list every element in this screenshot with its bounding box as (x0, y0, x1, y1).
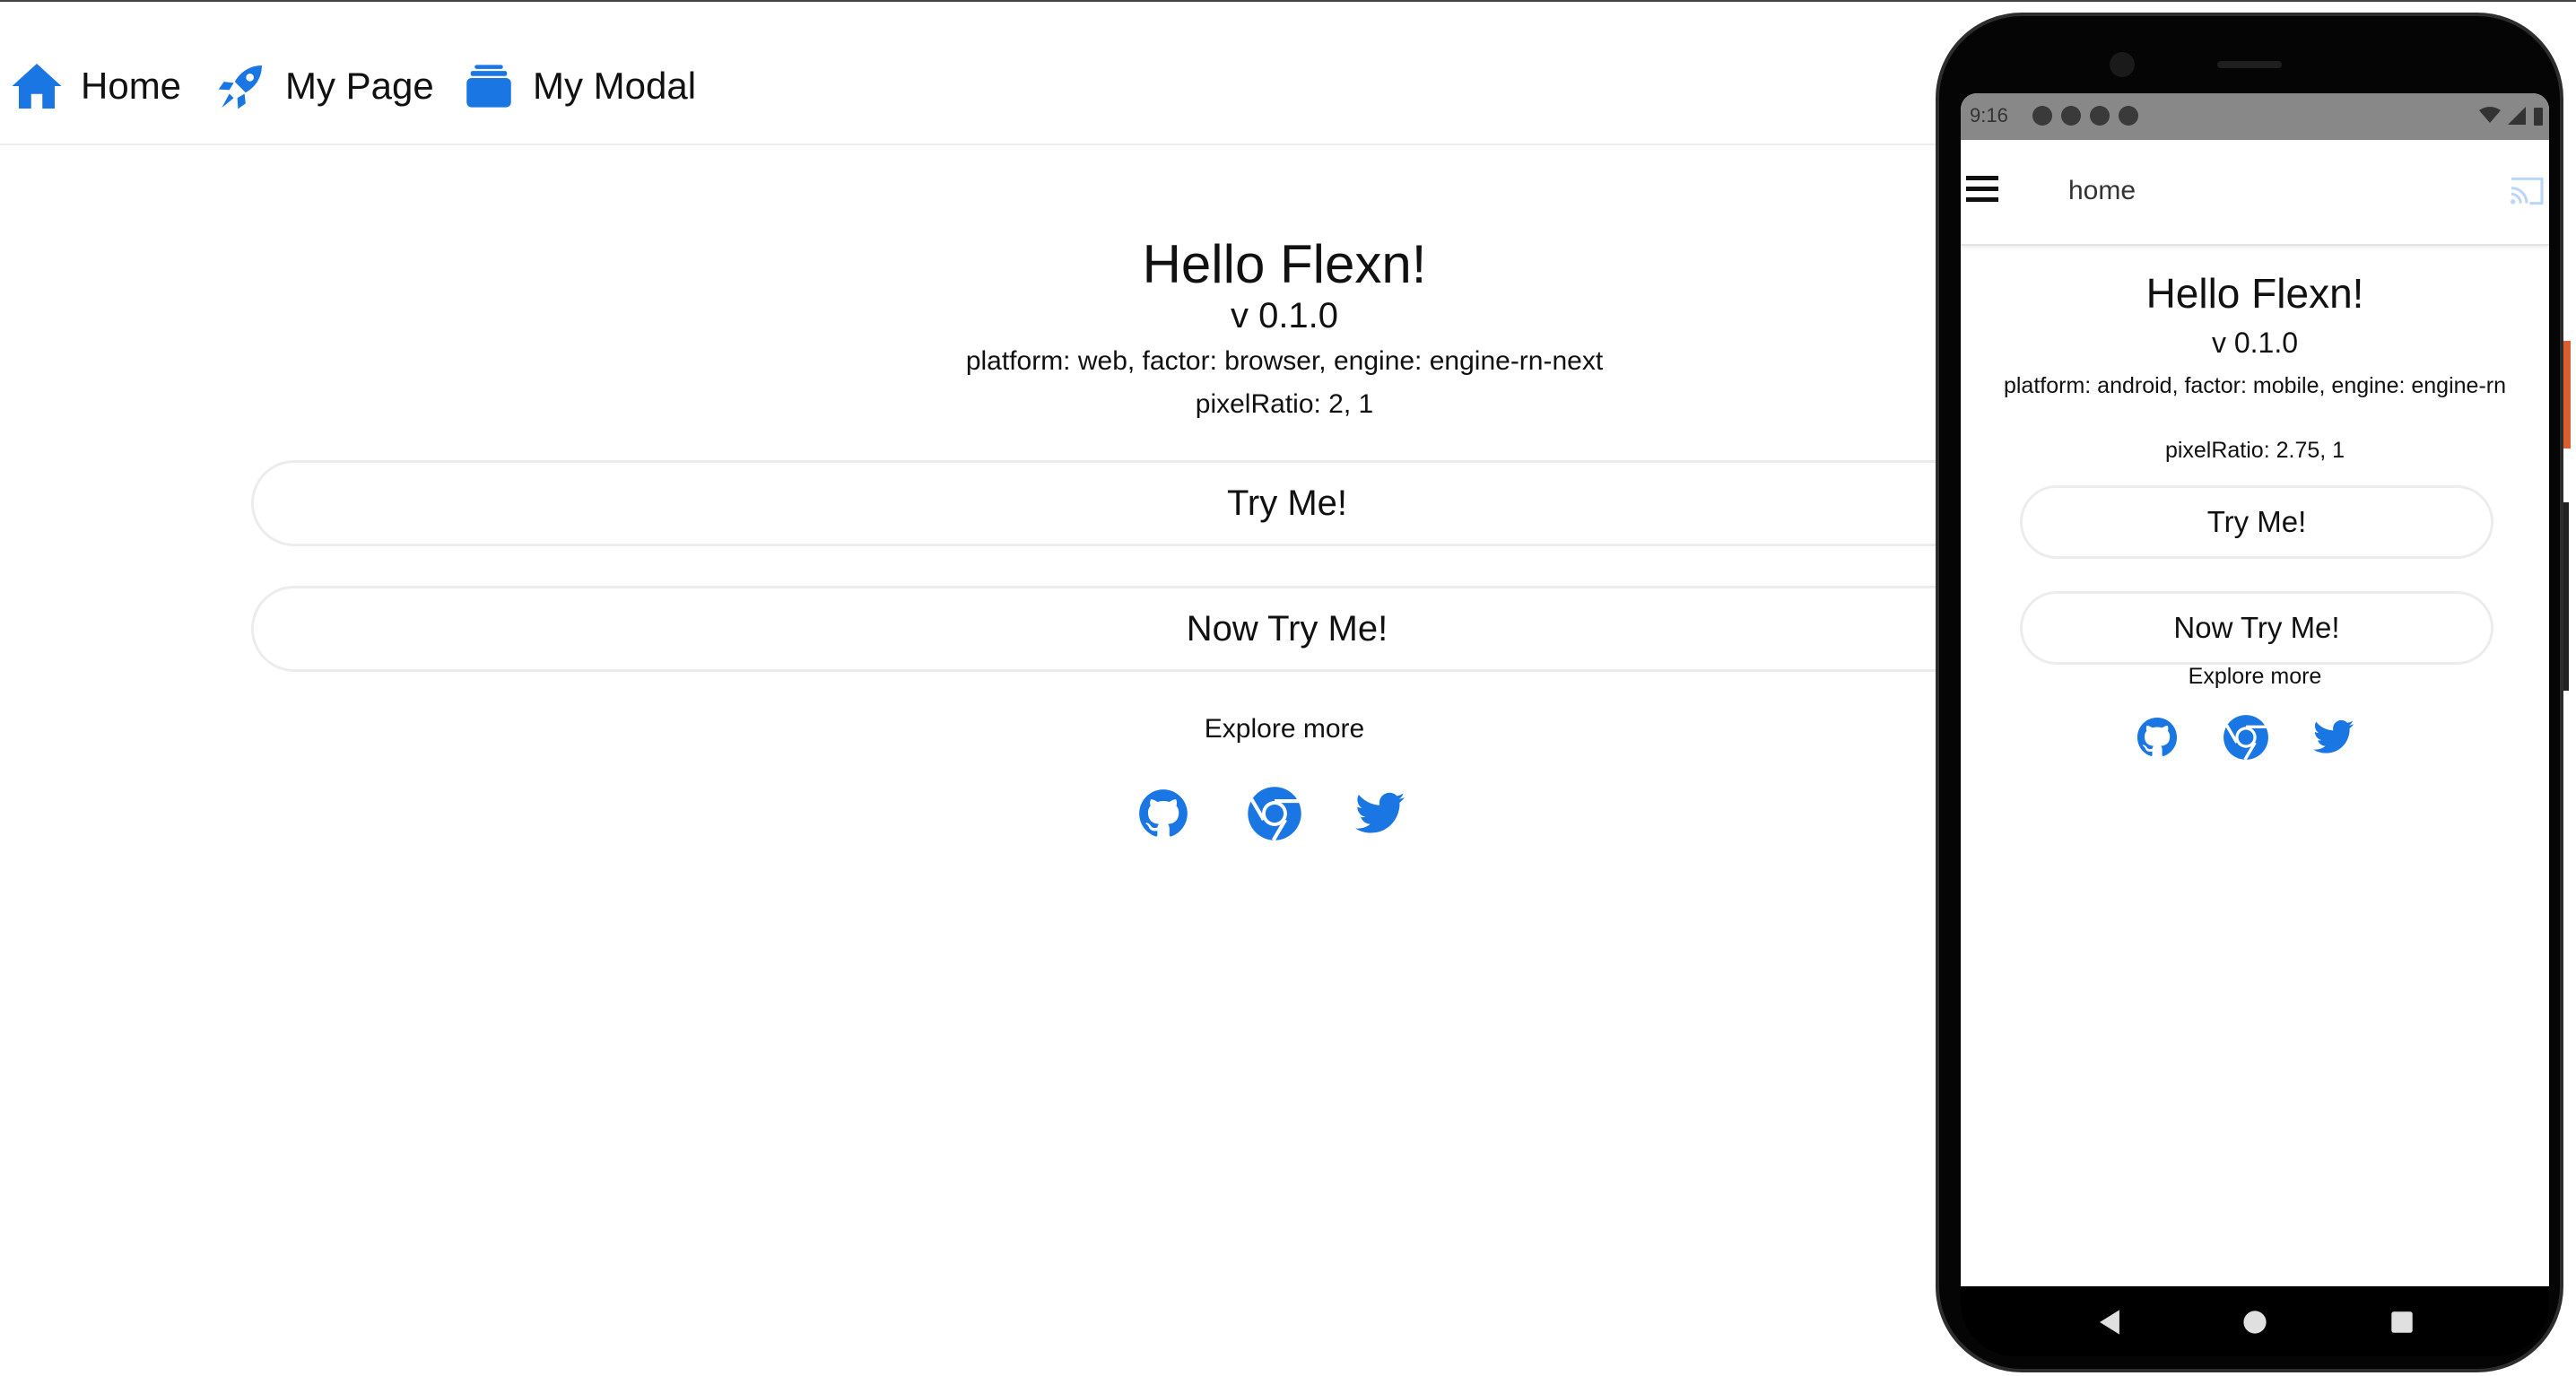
rocket-icon (213, 59, 269, 113)
recents-icon[interactable] (2388, 1308, 2416, 1337)
cast-icon[interactable] (2508, 176, 2546, 211)
now-try-me-button[interactable]: Now Try Me! (2020, 591, 2493, 665)
android-nav-bar (1961, 1286, 2549, 1356)
explore-more-label: Explore more (2188, 664, 2322, 689)
emulator-side-button[interactable] (2563, 341, 2571, 449)
twitter-icon[interactable] (1349, 782, 1412, 845)
nav-item-my-page[interactable]: My Page (213, 59, 434, 113)
web-content: Hello Flexn! v 0.1.0 platform: web, fact… (0, 144, 2323, 1376)
notification-icons (2032, 106, 2138, 126)
nav-item-label: Home (81, 65, 182, 107)
github-icon[interactable] (2132, 712, 2182, 762)
nav-item-label: My Page (285, 65, 434, 107)
nav-item-my-modal[interactable]: My Modal (461, 59, 696, 113)
page-title: Hello Flexn! (2145, 270, 2364, 317)
back-icon[interactable] (2095, 1308, 2124, 1337)
phone-emulator: 9:16 home Hello Flexn! v 0.1.0 platform:… (1936, 13, 2563, 1372)
chrome-icon[interactable] (1243, 782, 1306, 845)
try-me-button[interactable]: Try Me! (2020, 485, 2493, 559)
pixel-ratio-label: pixelRatio: 2.75, 1 (2164, 438, 2345, 463)
layers-icon (461, 59, 517, 113)
emulator-volume-button[interactable] (2563, 502, 2569, 691)
chrome-icon[interactable] (2221, 712, 2271, 762)
app-bar: home (1961, 140, 2549, 246)
platform-info: platform: android, factor: mobile, engin… (2003, 373, 2507, 398)
menu-icon[interactable] (1966, 176, 1998, 205)
status-time: 9:16 (1970, 104, 2008, 126)
twitter-icon[interactable] (2309, 712, 2359, 762)
home-icon (9, 59, 65, 113)
home-nav-icon[interactable] (2241, 1308, 2269, 1337)
app-bar-title: home (2068, 176, 2137, 205)
nav-item-label: My Modal (533, 65, 697, 107)
version-label: v 0.1.0 (2211, 327, 2299, 359)
nav-item-home[interactable]: Home (9, 59, 181, 113)
front-camera (2110, 52, 2135, 77)
status-bar: 9:16 (1961, 93, 2549, 140)
earpiece-speaker (2217, 61, 2282, 68)
signal-battery-icons (2479, 106, 2544, 126)
phone-screen: 9:16 home Hello Flexn! v 0.1.0 platform:… (1961, 93, 2549, 1286)
top-navigation: Home My Page My Modal (0, 2, 1937, 145)
github-icon[interactable] (1132, 782, 1195, 845)
